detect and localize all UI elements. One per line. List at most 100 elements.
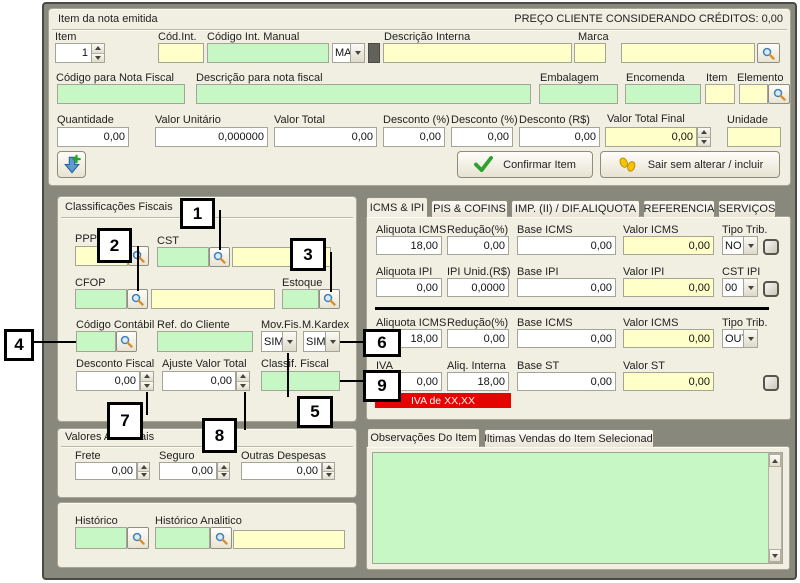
cfop-description-input[interactable] bbox=[151, 289, 275, 309]
desconto-fiscal-spinner-down[interactable] bbox=[141, 381, 153, 391]
reducao2-input[interactable]: 0,00 bbox=[447, 329, 509, 348]
tab-ultimas-vendas[interactable]: Ultimas Vendas do Item Selecionado bbox=[484, 429, 654, 447]
item-col-input[interactable] bbox=[705, 84, 735, 104]
outras-despesas-input[interactable]: 0,00 bbox=[241, 462, 322, 480]
frete-spinner-up[interactable] bbox=[138, 463, 149, 471]
valor-total-final-spinner[interactable] bbox=[697, 127, 711, 147]
ajuste-valor-total-spinner-up[interactable] bbox=[237, 372, 249, 381]
seguro-spinner-up[interactable] bbox=[218, 463, 229, 471]
elemento-input[interactable] bbox=[739, 84, 768, 104]
cst-ipi-select-arrow[interactable] bbox=[743, 279, 757, 296]
valor-total-input[interactable]: 0,00 bbox=[274, 127, 377, 147]
cod-int-input[interactable] bbox=[158, 43, 204, 63]
ipi-unid-input[interactable]: 0,0000 bbox=[447, 278, 509, 297]
marca-code-input[interactable] bbox=[574, 43, 606, 63]
mov-fis-select[interactable]: SIM bbox=[261, 331, 297, 352]
aliq-interna-input[interactable]: 18,00 bbox=[447, 372, 509, 391]
obs-scrollbar[interactable] bbox=[768, 453, 782, 563]
base-icms1-input[interactable]: 0,00 bbox=[517, 236, 616, 255]
cfop-input[interactable] bbox=[75, 289, 127, 309]
seguro-spinner-down[interactable] bbox=[218, 471, 229, 480]
desconto-fiscal-spinner[interactable] bbox=[140, 371, 154, 391]
ajuste-valor-total-spinner[interactable] bbox=[236, 371, 250, 391]
marca-search-button[interactable] bbox=[757, 43, 780, 63]
outras-despesas-spinner[interactable] bbox=[322, 462, 335, 480]
ref-cliente-input[interactable] bbox=[157, 331, 253, 352]
encomenda-input[interactable] bbox=[625, 84, 701, 104]
codigo-contabil-search-button[interactable] bbox=[116, 331, 137, 352]
descricao-interna-input[interactable] bbox=[383, 43, 572, 63]
estoque-input[interactable] bbox=[282, 289, 319, 309]
frete-spinner[interactable] bbox=[137, 462, 150, 480]
base-ipi-input[interactable]: 0,00 bbox=[517, 278, 616, 297]
tab-icms-ipi[interactable]: ICMS & IPI bbox=[366, 197, 428, 217]
desconto-rs-input[interactable]: 0,00 bbox=[519, 127, 600, 147]
scroll-up-button[interactable] bbox=[769, 454, 781, 467]
seguro-input[interactable]: 0,00 bbox=[159, 462, 217, 480]
base-st-input[interactable]: 0,00 bbox=[517, 372, 616, 391]
mov-fis-select-arrow[interactable] bbox=[282, 332, 296, 351]
m-kardex-select-arrow[interactable] bbox=[325, 332, 339, 351]
valor-st-checkbox[interactable] bbox=[763, 375, 779, 391]
cst-search-button[interactable] bbox=[209, 247, 230, 267]
tipo-trib1-checkbox[interactable] bbox=[763, 239, 779, 255]
cod-int-manual-input[interactable] bbox=[207, 43, 329, 63]
tab-imp-dif-aliquota[interactable]: IMP. (II) / DIF.ALIQUOTA bbox=[511, 200, 640, 217]
item-spinner-up[interactable] bbox=[92, 44, 104, 53]
outras-despesas-spinner-up[interactable] bbox=[323, 463, 334, 471]
tab-servicos[interactable]: SERVIÇOS bbox=[718, 200, 776, 217]
historico-search-button[interactable] bbox=[127, 527, 149, 549]
confirmar-item-button[interactable]: Confirmar Item bbox=[457, 151, 593, 178]
outras-despesas-spinner-down[interactable] bbox=[323, 471, 334, 480]
frete-input[interactable]: 0,00 bbox=[75, 462, 137, 480]
valor-unitario-input[interactable]: 0,000000 bbox=[155, 127, 268, 147]
cst-ipi-checkbox[interactable] bbox=[763, 281, 779, 297]
marca-name-input[interactable] bbox=[621, 43, 755, 63]
quantidade-input[interactable]: 0,00 bbox=[57, 127, 129, 147]
valor-total-final-spinner-up[interactable] bbox=[698, 128, 710, 137]
tipo-trib1-select[interactable]: NO bbox=[722, 236, 758, 255]
valor-icms1-input[interactable]: 0,00 bbox=[623, 236, 714, 255]
desconto-fiscal-spinner-up[interactable] bbox=[141, 372, 153, 381]
m-kardex-select[interactable]: SIM bbox=[303, 331, 340, 352]
frete-spinner-down[interactable] bbox=[138, 471, 149, 480]
historico-input[interactable] bbox=[75, 527, 127, 549]
cfop-search-button[interactable] bbox=[127, 289, 148, 309]
desconto-fiscal-input[interactable]: 0,00 bbox=[76, 371, 140, 391]
descricao-nf-input[interactable] bbox=[196, 84, 531, 104]
item-input[interactable]: 1 bbox=[55, 43, 92, 63]
tipo-select[interactable]: MA bbox=[332, 43, 365, 63]
aliquota-icms1-input[interactable]: 18,00 bbox=[376, 236, 442, 255]
item-spinner-down[interactable] bbox=[92, 53, 104, 63]
add-item-button[interactable] bbox=[57, 151, 86, 178]
valor-icms2-input[interactable]: 0,00 bbox=[623, 329, 714, 348]
valor-ipi-input[interactable]: 0,00 bbox=[623, 278, 714, 297]
seguro-spinner[interactable] bbox=[217, 462, 230, 480]
tipo-trib2-select-arrow[interactable] bbox=[743, 330, 757, 347]
aliquota-ipi-input[interactable]: 0,00 bbox=[376, 278, 442, 297]
ajuste-valor-total-input[interactable]: 0,00 bbox=[162, 371, 236, 391]
embalagem-input[interactable] bbox=[539, 84, 618, 104]
estoque-search-button[interactable] bbox=[319, 289, 340, 309]
historico-analitico-description-input[interactable] bbox=[233, 530, 345, 549]
valor-st-input[interactable]: 0,00 bbox=[623, 372, 714, 391]
item-spinner[interactable] bbox=[91, 43, 105, 63]
codigo-contabil-input[interactable] bbox=[76, 331, 116, 352]
scroll-down-button[interactable] bbox=[769, 549, 781, 562]
historico-analitico-input[interactable] bbox=[155, 527, 210, 549]
elemento-search-button[interactable] bbox=[768, 84, 790, 104]
codigo-nf-input[interactable] bbox=[57, 84, 185, 104]
valor-total-final-spinner-down[interactable] bbox=[698, 137, 710, 147]
tab-referencia[interactable]: REFERENCIA bbox=[643, 200, 715, 217]
sair-button[interactable]: Sair sem alterar / incluir bbox=[600, 151, 780, 178]
tab-pis-cofins[interactable]: PIS & COFINS bbox=[431, 200, 508, 217]
observacoes-textarea[interactable] bbox=[372, 452, 783, 564]
reducao1-input[interactable]: 0,00 bbox=[447, 236, 509, 255]
ajuste-valor-total-spinner-down[interactable] bbox=[237, 381, 249, 391]
tipo-trib2-select[interactable]: OUT bbox=[722, 329, 758, 348]
cst-ipi-select[interactable]: 00 bbox=[722, 278, 758, 297]
tipo-select-arrow[interactable] bbox=[350, 44, 364, 62]
tipo-trib1-select-arrow[interactable] bbox=[743, 237, 757, 254]
desconto-pct1-input[interactable]: 0,00 bbox=[383, 127, 445, 147]
tab-observacoes[interactable]: Observações Do Item bbox=[367, 428, 480, 447]
